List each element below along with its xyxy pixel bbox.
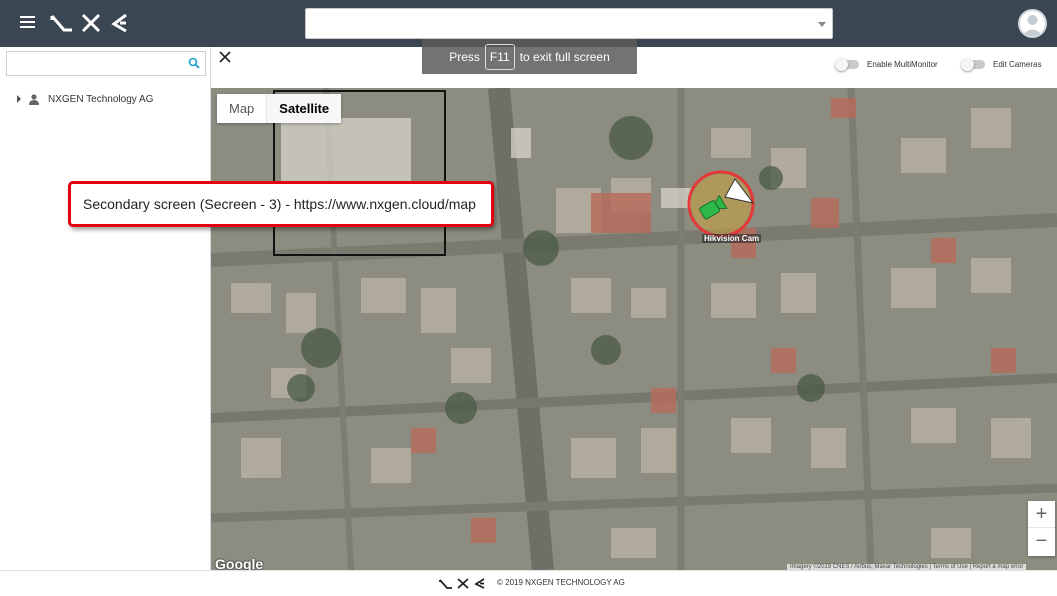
edit-cameras-toggle[interactable]: Edit Cameras — [961, 58, 1042, 71]
satellite-map[interactable]: Map Satellite Hikvision Cam + − Google I… — [211, 88, 1057, 570]
edit-cameras-label: Edit Cameras — [993, 60, 1042, 69]
zoom-out-button[interactable]: − — [1028, 528, 1055, 555]
search-icon[interactable] — [188, 57, 200, 69]
fullscreen-notice: Press F11 to exit full screen — [422, 39, 637, 74]
camera-label: Hikvision Cam — [702, 234, 762, 243]
annotation-callout: Secondary screen (Secreen - 3) - https:/… — [68, 181, 494, 227]
user-avatar-icon — [1022, 15, 1043, 36]
multimonitor-toggle[interactable]: Enable MultiMonitor — [835, 58, 938, 71]
fullscreen-key: F11 — [484, 43, 515, 70]
chevron-down-icon[interactable] — [818, 22, 826, 27]
chevron-right-icon[interactable] — [17, 95, 21, 103]
footer: © 2019 NXGEN TECHNOLOGY AG — [0, 570, 1057, 596]
avatar[interactable] — [1018, 9, 1047, 38]
tree-item-nxgen-technology[interactable]: NXGEN Technology AG — [17, 92, 153, 106]
top-search-select[interactable] — [305, 8, 833, 39]
map-panel: Press F11 to exit full screen Enable Mul… — [211, 39, 1057, 570]
fullscreen-notice-prefix: Press — [449, 49, 480, 64]
zoom-control: + − — [1028, 501, 1055, 556]
multimonitor-label: Enable MultiMonitor — [867, 60, 938, 69]
tree-item-label: NXGEN Technology AG — [48, 93, 154, 105]
callout-text: Secondary screen (Secreen - 3) - https:/… — [83, 196, 476, 212]
sidebar: NXGEN Technology AG — [0, 47, 211, 570]
close-icon[interactable] — [219, 51, 231, 63]
map-type-control: Map Satellite — [217, 94, 342, 123]
map-type-satellite-button[interactable]: Satellite — [266, 94, 342, 123]
google-logo: Google — [215, 556, 264, 570]
person-icon — [29, 93, 39, 105]
map-type-map-button[interactable]: Map — [217, 94, 266, 123]
nxg-logo — [50, 13, 127, 33]
footer-copyright: © 2019 NXGEN TECHNOLOGY AG — [497, 578, 625, 587]
camera-marker[interactable] — [687, 169, 755, 239]
toggle-switch[interactable] — [835, 58, 859, 71]
zoom-in-button[interactable]: + — [1028, 501, 1055, 528]
fullscreen-notice-suffix: to exit full screen — [519, 49, 610, 64]
sidebar-search-input[interactable] — [6, 51, 206, 76]
nxg-footer-logo — [439, 578, 485, 589]
toggle-switch[interactable] — [961, 58, 985, 71]
menu-icon[interactable] — [20, 16, 35, 30]
